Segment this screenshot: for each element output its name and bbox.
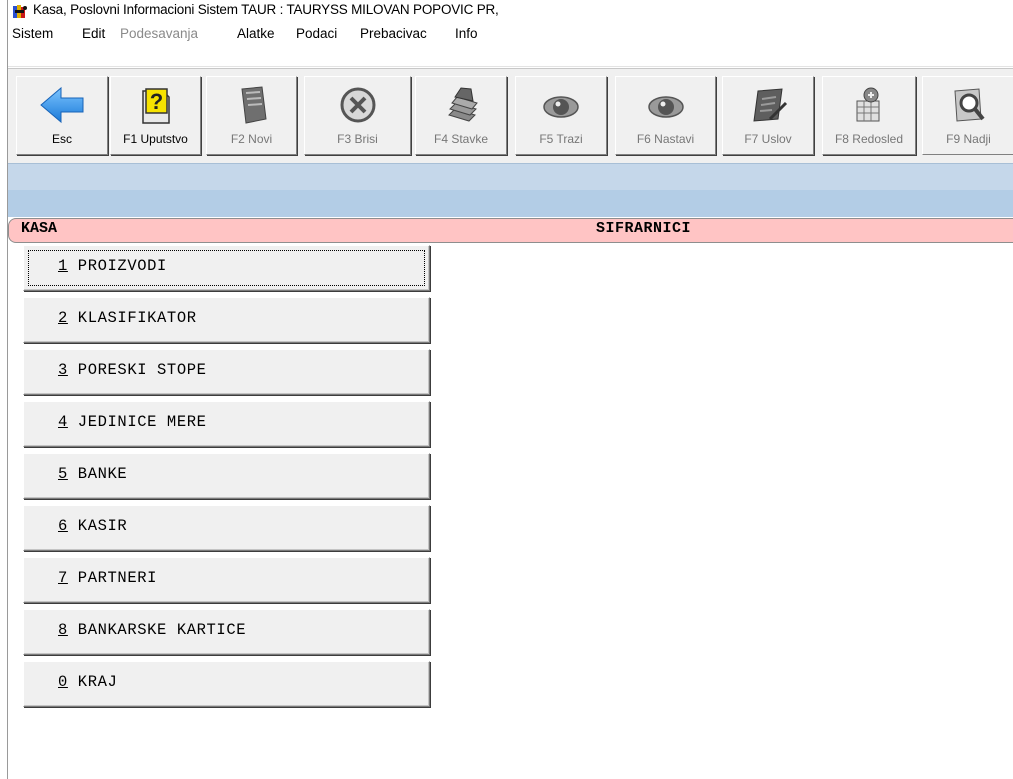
menu-podesavanja[interactable]: Podesavanja xyxy=(120,26,198,41)
item-key: 8 xyxy=(58,621,68,639)
find-button-label: F9 Nadji xyxy=(946,132,991,146)
items-button[interactable]: F4 Stavke xyxy=(415,76,507,155)
find-button[interactable]: F9 Nadji xyxy=(922,76,1013,155)
condition-button[interactable]: F7 Uslov xyxy=(722,76,814,155)
item-label: KRAJ xyxy=(67,673,118,691)
condition-icon xyxy=(753,88,788,122)
item-label: PROIZVODI xyxy=(67,257,167,275)
item-key: 3 xyxy=(58,361,68,379)
menu-item-klasifikator[interactable]: 2 KLASIFIKATOR xyxy=(23,297,430,343)
new-document-icon xyxy=(240,86,267,124)
menu-item-proizvodi[interactable]: 1 PROIZVODI xyxy=(23,245,430,291)
eye-icon xyxy=(647,96,684,118)
menu-item-bankarske-kartice[interactable]: 8 BANKARSKE KARTICE xyxy=(23,609,430,655)
svg-text:?: ? xyxy=(149,89,162,114)
sort-icon xyxy=(856,87,880,122)
item-key: 7 xyxy=(58,569,68,587)
item-key: 0 xyxy=(58,673,68,691)
help-button-label: F1 Uputstvo xyxy=(123,132,188,146)
menu-item-partneri[interactable]: 7 PARTNERI xyxy=(23,557,430,603)
menu-bar: Sistem Edit Podesavanja Alatke Podaci Pr… xyxy=(8,22,1013,46)
help-button[interactable]: ? F1 Uputstvo xyxy=(110,76,201,155)
find-icon xyxy=(953,88,985,122)
sort-button-label: F8 Redosled xyxy=(834,132,904,146)
status-strip xyxy=(8,163,1013,191)
item-key: 5 xyxy=(58,465,68,483)
delete-button[interactable]: F3 Brisi xyxy=(304,76,411,155)
item-label: BANKARSKE KARTICE xyxy=(67,621,247,639)
app-logo-icon xyxy=(13,5,27,18)
item-key: 2 xyxy=(58,309,68,327)
condition-button-label: F7 Uslov xyxy=(744,132,792,146)
menu-alatke[interactable]: Alatke xyxy=(237,26,275,41)
menu-item-kraj[interactable]: 0 KRAJ xyxy=(23,661,430,707)
back-arrow-icon xyxy=(40,86,84,124)
menu-prebacivac[interactable]: Prebacivac xyxy=(360,26,427,41)
menu-sistem[interactable]: Sistem xyxy=(12,26,53,41)
help-icon: ? xyxy=(141,88,170,124)
item-label: JEDINICE MERE xyxy=(67,413,207,431)
item-label: PARTNERI xyxy=(67,569,158,587)
sort-button[interactable]: F8 Redosled xyxy=(822,76,916,155)
continue-button-label: F6 Nastavi xyxy=(636,132,695,146)
menu-item-kasir[interactable]: 6 KASIR xyxy=(23,505,430,551)
module-header: KASA SIFRARNICI xyxy=(8,218,1013,243)
toolbar-separator xyxy=(8,66,1013,67)
items-button-label: F4 Stavke xyxy=(433,132,489,146)
search-button-label: F5 Trazi xyxy=(539,132,583,146)
menu-info[interactable]: Info xyxy=(455,26,478,41)
menu-item-banke[interactable]: 5 BANKE xyxy=(23,453,430,499)
module-name: KASA xyxy=(21,220,58,237)
search-button[interactable]: F5 Trazi xyxy=(515,76,607,155)
menu-item-jedinice-mere[interactable]: 4 JEDINICE MERE xyxy=(23,401,430,447)
window-title: Kasa, Poslovni Informacioni Sistem TAUR … xyxy=(33,2,499,17)
item-key: 4 xyxy=(58,413,68,431)
item-key: 6 xyxy=(58,517,68,535)
item-key: 1 xyxy=(58,257,68,275)
new-button[interactable]: F2 Novi xyxy=(206,76,297,155)
menu-podaci[interactable]: Podaci xyxy=(296,26,337,41)
eye-icon xyxy=(543,96,579,118)
delete-button-label: F3 Brisi xyxy=(337,132,378,146)
items-stack-icon xyxy=(448,87,478,122)
item-label: PORESKI STOPE xyxy=(67,361,207,379)
new-button-label: F2 Novi xyxy=(230,132,273,146)
item-label: KLASIFIKATOR xyxy=(67,309,197,327)
application-window: Kasa, Poslovni Informacioni Sistem TAUR … xyxy=(0,0,1013,779)
item-label: KASIR xyxy=(67,517,128,535)
section-title: SIFRARNICI xyxy=(596,220,692,237)
continue-button[interactable]: F6 Nastavi xyxy=(615,76,716,155)
esc-button-label: Esc xyxy=(51,132,72,146)
menu-item-poreski-stope[interactable]: 3 PORESKI STOPE xyxy=(23,349,430,395)
esc-button[interactable]: Esc xyxy=(16,76,108,155)
delete-icon xyxy=(340,87,375,123)
menu-edit[interactable]: Edit xyxy=(82,26,105,41)
info-strip xyxy=(8,190,1013,217)
item-label: BANKE xyxy=(67,465,128,483)
